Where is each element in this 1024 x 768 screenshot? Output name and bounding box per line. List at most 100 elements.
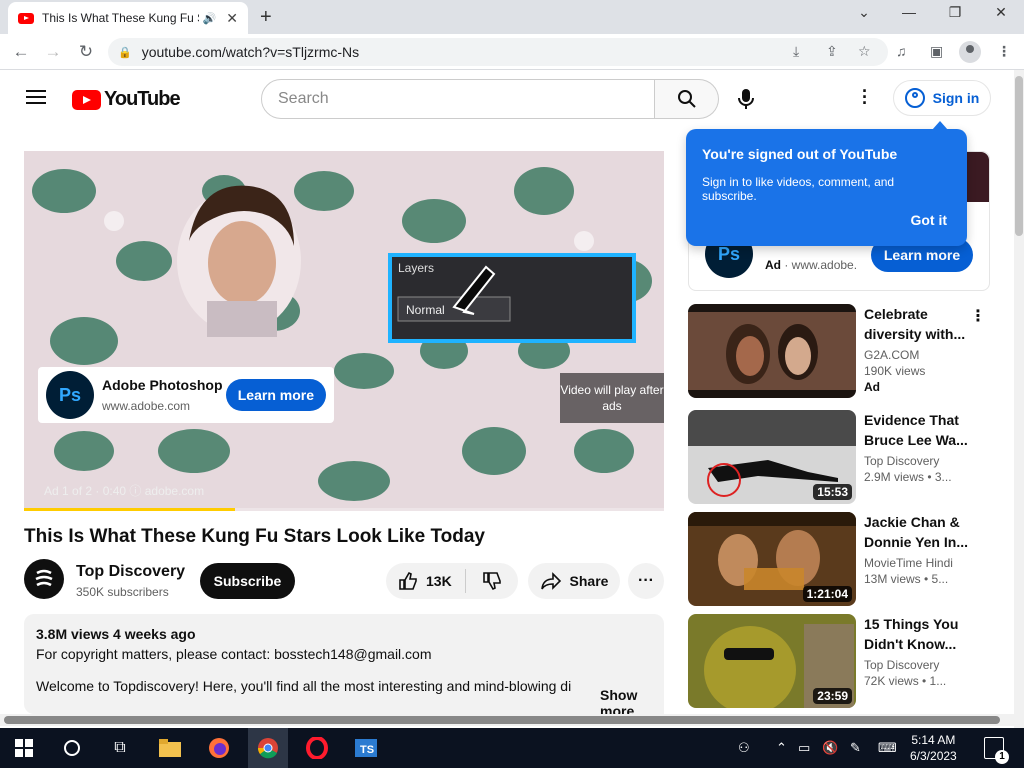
recommendation-thumbnail[interactable]: 15:53 [688,410,856,504]
video-duration: 23:59 [813,688,852,704]
notification-center-icon[interactable]: 1 [984,737,1009,764]
recommendation-thumbnail[interactable]: 23:59 [688,614,856,708]
recommendation-title[interactable]: Evidence That Bruce Lee Wa... [864,410,968,450]
pen-icon[interactable]: ✎ [850,740,861,756]
chrome-icon[interactable] [256,736,280,760]
recommendation-channel: G2A.COM [864,348,920,362]
recommendation-title[interactable]: 15 Things You Didn't Know... [864,614,968,654]
ad-text: Adobe Photoshop www.adobe.com [102,377,226,413]
description-box[interactable]: 3.8M views 4 weeks ago For copyright mat… [24,614,664,719]
reload-button[interactable]: ↻ [75,42,97,62]
restore-button[interactable]: ❐ [940,4,970,21]
recommendation-thumbnail[interactable]: 1:21:04 [688,512,856,606]
channel-name[interactable]: Top Discovery [76,563,185,581]
bookmark-star-icon[interactable]: ☆ [858,43,871,60]
video-duration: 1:21:04 [802,586,852,602]
vertical-scrollbar[interactable] [1014,70,1024,730]
sign-in-button[interactable]: Sign in [893,80,991,116]
recommendation-title[interactable]: Jackie Chan & Donnie Yen In... [864,512,968,552]
tab-title: This Is What These Kung Fu Stars Look Li… [42,11,199,25]
windows-taskbar: ⧉ TS ⚇ ⌃ ▭ 🔇 ✎ ⌨ 5:14 AM 6/3/2023 1 [0,728,1024,768]
video-player[interactable]: Layers Normal Ps Adobe Photoshop www.ado… [24,151,664,511]
ad-progress-bar[interactable] [24,508,664,511]
task-view-icon[interactable]: ⧉ [108,736,132,760]
share-button[interactable]: Share [528,563,620,599]
hamburger-menu-icon[interactable] [26,90,46,104]
recommendation-menu-icon[interactable]: ⋮ [970,306,986,326]
like-button[interactable]: 13K [386,569,466,593]
show-hidden-icons[interactable]: ⌃ [776,740,787,756]
search-button[interactable] [655,79,719,119]
description-line: Welcome to Topdiscovery! Here, you'll fi… [36,678,572,694]
search-input[interactable]: Search [261,79,655,119]
more-actions-button[interactable]: ··· [628,563,664,599]
install-icon[interactable]: ⤓ [793,43,799,60]
scroll-thumb[interactable] [1015,76,1023,236]
player-ad-card[interactable]: Ps Adobe Photoshop www.adobe.com Learn m… [38,367,334,423]
omnibox[interactable]: 🔒 youtube.com/watch?v=sTljzrmc-Ns [108,38,888,66]
browser-menu-icon[interactable]: ⋮ [997,43,1011,60]
opera-icon[interactable] [305,736,329,760]
tab-search-icon[interactable]: ⌄ [849,4,879,21]
recommendation-item[interactable]: 1:21:04 Jackie Chan & Donnie Yen In... M… [688,512,1000,608]
tooltip-body: Sign in to like videos, comment, and sub… [702,175,895,203]
search-icon[interactable] [60,736,84,760]
youtube-logo[interactable]: YouTube [72,88,181,111]
audio-playing-icon[interactable]: 🔊 [203,12,217,25]
clock-time: 5:14 AM [911,733,956,747]
profile-avatar-icon[interactable] [959,41,981,63]
url-text: youtube.com/watch?v=sTljzrmc-Ns [141,44,360,60]
description-line: For copyright matters, please contact: b… [36,646,432,662]
browser-tab[interactable]: This Is What These Kung Fu Stars Look Li… [8,2,248,34]
recommendation-channel: Top Discovery [864,454,940,468]
forward-button[interactable]: → [42,42,64,62]
close-window-button[interactable]: ✕ [986,4,1016,21]
ad-badge: Ad [765,258,781,272]
settings-kebab-icon[interactable]: · · · [858,82,872,112]
windows-start-icon[interactable] [12,736,36,760]
player-learn-more-button[interactable]: Learn more [225,379,326,411]
system-clock[interactable]: 5:14 AM 6/3/2023 [910,732,957,764]
network-icon[interactable]: ▭ [798,740,810,756]
search-placeholder: Search [278,90,329,107]
thumbs-up-icon [399,571,417,590]
channel-avatar[interactable] [24,559,64,599]
back-button[interactable]: ← [10,42,32,62]
lock-icon[interactable]: 🔒 [118,46,132,59]
recommendation-title[interactable]: Celebrate diversity with... [864,304,968,344]
recommendation-item[interactable]: Celebrate diversity with... G2A.COM 190K… [688,304,1000,400]
minimize-button[interactable]: — [894,4,924,20]
people-icon[interactable]: ⚇ [738,740,750,756]
dislike-button[interactable] [466,571,518,591]
share-page-icon[interactable]: ⇪ [826,43,838,60]
code-editor-icon[interactable]: TS [354,736,378,760]
new-tab-button[interactable]: + [260,6,272,29]
firefox-icon[interactable] [207,736,231,760]
recommendation-ad-badge: Ad [864,380,880,394]
recommendation-thumbnail[interactable] [688,304,856,398]
close-tab-icon[interactable]: ✕ [226,10,238,27]
file-explorer-icon[interactable] [158,736,182,760]
recommendation-item[interactable]: 15:53 Evidence That Bruce Lee Wa... Top … [688,410,1000,506]
ad-advertiser-url: www.adobe.com [102,399,191,413]
share-label: Share [569,573,609,589]
subscribe-button[interactable]: Subscribe [200,563,295,599]
media-control-icon[interactable]: ♫ [896,43,907,59]
recommendation-item[interactable]: 23:59 15 Things You Didn't Know... Top D… [688,614,1000,710]
video-will-play-notice: Video will play after ads [560,373,664,423]
microphone-icon [738,89,754,109]
got-it-button[interactable]: Got it [910,212,947,228]
clock-date: 6/3/2023 [910,749,957,763]
side-panel-icon[interactable]: ▣ [930,43,943,60]
notification-count: 1 [995,750,1009,764]
keyboard-icon[interactable]: ⌨ [878,740,897,756]
ad-advertiser-name: Adobe Photoshop [102,377,223,393]
ad-domain: www.adobe. [791,258,858,272]
photoshop-logo-icon: Ps [46,371,94,419]
scroll-thumb[interactable] [4,716,1000,724]
volume-muted-icon[interactable]: 🔇 [822,740,838,756]
svg-text:TS: TS [360,744,374,756]
recommendation-info: Jackie Chan & Donnie Yen In... MovieTime… [864,512,968,586]
horizontal-scrollbar[interactable] [0,714,1014,726]
voice-search-button[interactable] [736,88,756,115]
